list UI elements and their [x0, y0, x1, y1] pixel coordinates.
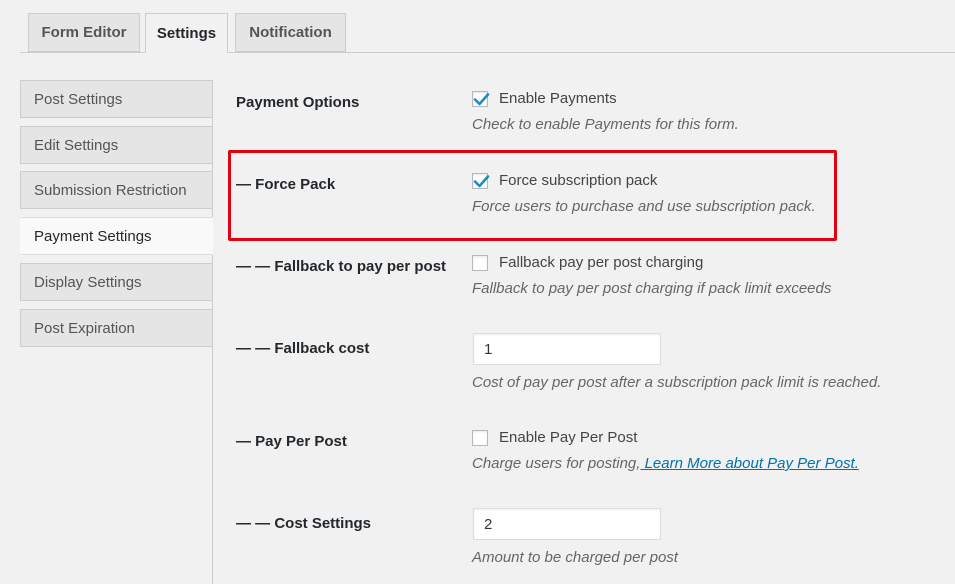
force-pack-label: — Force Pack	[236, 176, 336, 193]
tab-bar: Form Editor Settings Notification	[0, 0, 955, 53]
learn-more-link[interactable]: Learn More about Pay Per Post.	[640, 455, 859, 472]
pay-per-post-checkbox[interactable]	[472, 429, 488, 446]
force-pack-checkbox-label[interactable]: Force subscription pack	[499, 172, 657, 189]
cost-settings-description: Amount to be charged per post	[472, 549, 678, 566]
side-item-submission-restriction[interactable]: Submission Restriction	[20, 171, 213, 209]
pay-per-post-checkbox-label[interactable]: Enable Pay Per Post	[499, 429, 637, 446]
enable-payments-field: Enable Payments	[472, 90, 617, 107]
cost-settings-input[interactable]	[473, 508, 661, 540]
side-item-edit-settings[interactable]: Edit Settings	[20, 126, 213, 164]
payment-options-label: Payment Options	[236, 94, 360, 111]
pay-per-post-field: Enable Pay Per Post	[472, 429, 637, 446]
side-item-post-settings[interactable]: Post Settings	[20, 80, 213, 118]
side-item-post-expiration[interactable]: Post Expiration	[20, 309, 213, 347]
enable-payments-description: Check to enable Payments for this form.	[472, 116, 739, 133]
fallback-ppp-field: Fallback pay per post charging	[472, 254, 703, 271]
enable-payments-label[interactable]: Enable Payments	[499, 90, 617, 107]
pay-per-post-description-text: Charge users for posting,	[472, 455, 641, 472]
fallback-ppp-checkbox[interactable]	[472, 254, 488, 271]
pay-per-post-label: — Pay Per Post	[236, 433, 347, 450]
fallback-cost-input[interactable]	[473, 333, 661, 365]
tab-notification[interactable]: Notification	[235, 13, 346, 52]
cost-settings-label: — — Cost Settings	[236, 515, 372, 532]
tab-settings[interactable]: Settings	[145, 13, 228, 53]
pay-per-post-description: Charge users for posting, Learn More abo…	[472, 455, 859, 472]
force-pack-description: Force users to purchase and use subscrip…	[472, 198, 816, 215]
tab-form-editor[interactable]: Form Editor	[28, 13, 140, 52]
checkmark-icon	[473, 174, 490, 187]
checkmark-icon	[473, 92, 490, 105]
fallback-ppp-label: — — Fallback to pay per post	[236, 258, 447, 275]
force-pack-highlight	[228, 150, 837, 241]
fallback-ppp-description: Fallback to pay per post charging if pac…	[472, 280, 832, 297]
enable-payments-checkbox[interactable]	[472, 90, 490, 107]
force-pack-checkbox[interactable]	[472, 172, 490, 189]
fallback-cost-description: Cost of pay per post after a subscriptio…	[472, 374, 882, 391]
fallback-cost-label: — — Fallback cost	[236, 340, 370, 357]
force-pack-field: Force subscription pack	[472, 172, 657, 189]
side-item-display-settings[interactable]: Display Settings	[20, 263, 213, 301]
side-item-payment-settings[interactable]: Payment Settings	[20, 217, 213, 255]
fallback-ppp-checkbox-label[interactable]: Fallback pay per post charging	[499, 254, 703, 271]
